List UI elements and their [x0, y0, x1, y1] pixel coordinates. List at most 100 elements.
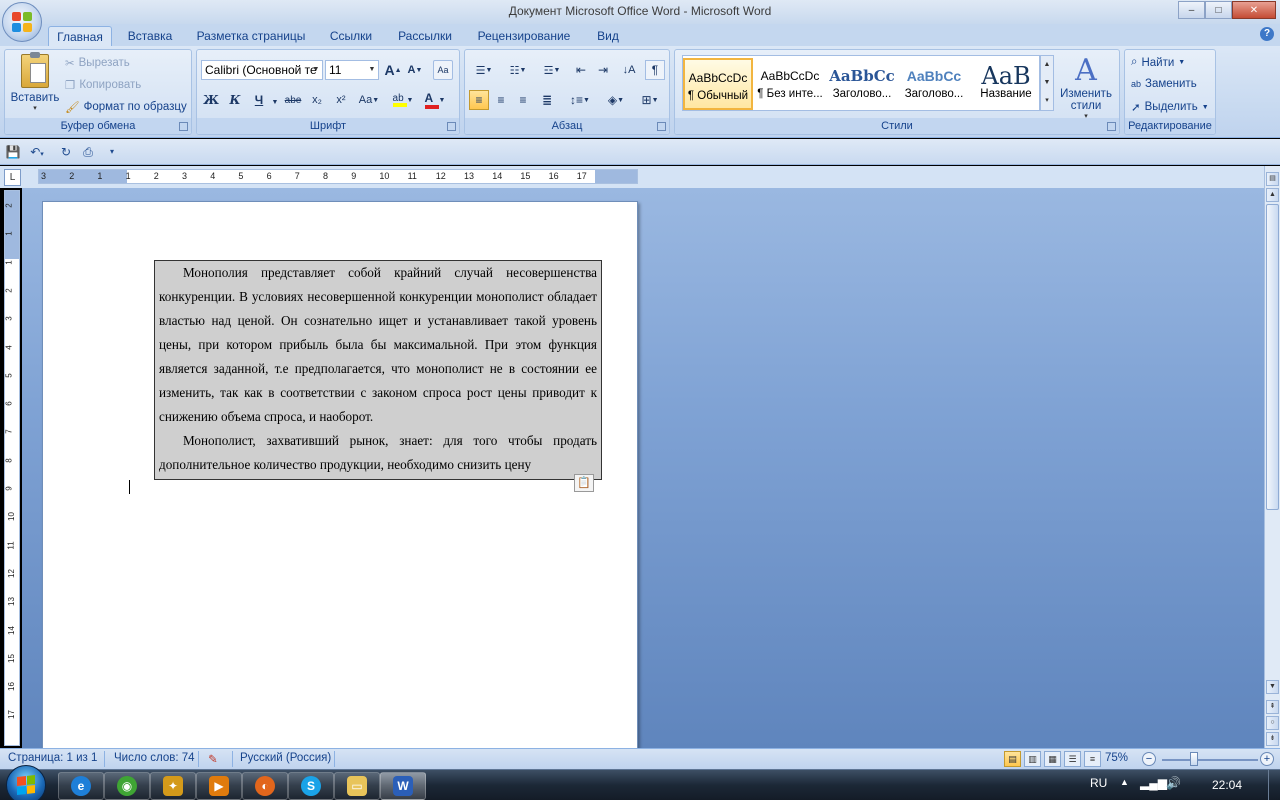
help-icon[interactable]: ?	[1260, 27, 1274, 41]
font-size-combo[interactable]: 11 ▼	[325, 60, 379, 80]
bullets-button[interactable]: ☰ ▼	[469, 60, 499, 80]
find-button[interactable]: ⌕ Найти ▼	[1131, 56, 1185, 69]
sort-icon[interactable]: ↓A	[619, 60, 639, 80]
tab-review[interactable]: Рецензирование	[468, 26, 580, 46]
tab-selector-icon[interactable]: L	[4, 169, 21, 186]
align-left-icon[interactable]: ≡	[469, 90, 489, 110]
web-layout-icon[interactable]: ▦	[1044, 751, 1061, 767]
tab-page-layout[interactable]: Разметка страницы	[190, 26, 312, 46]
taskbar-explorer[interactable]: ▭	[334, 772, 380, 800]
scroll-down-icon[interactable]: ▼	[1266, 680, 1279, 694]
style-no-spacing[interactable]: AaBbCcDc ¶ Без инте...	[755, 58, 825, 110]
taskbar-word[interactable]: W	[380, 772, 426, 800]
style-heading-1[interactable]: AaBbCc Заголово...	[827, 58, 897, 110]
vertical-scrollbar[interactable]: ▤ ▲ ▼ ⇞ ○ ⇟	[1264, 166, 1280, 748]
document-page[interactable]: Монополия представляет собой крайний слу…	[42, 201, 638, 748]
font-color-button[interactable]: A ▼	[421, 90, 449, 110]
tab-mailings[interactable]: Рассылки	[390, 26, 460, 46]
ruler-toggle-icon[interactable]: ▤	[1266, 172, 1279, 186]
clock[interactable]: 22:04	[1212, 778, 1242, 792]
multilevel-list-button[interactable]: ☲ ▼	[537, 60, 567, 80]
show-desktop-button[interactable]	[1268, 770, 1280, 800]
language-indicator[interactable]: RU	[1090, 776, 1107, 790]
styles-launcher-icon[interactable]	[1107, 122, 1116, 131]
borders-button[interactable]: ⊞ ▼	[635, 90, 665, 110]
office-button[interactable]	[2, 2, 42, 42]
customize-qat-icon[interactable]: ▾	[104, 144, 120, 160]
zoom-slider-thumb[interactable]	[1190, 752, 1198, 766]
cut-button[interactable]: ✂ Вырезать	[65, 56, 130, 70]
draft-icon[interactable]: ≡	[1084, 751, 1101, 767]
scroll-thumb[interactable]	[1266, 204, 1279, 510]
highlight-button[interactable]: ab ▼	[389, 90, 417, 110]
volume-icon[interactable]: 🔊	[1166, 776, 1181, 790]
next-page-icon[interactable]: ⇟	[1266, 732, 1279, 746]
close-button[interactable]: ✕	[1232, 1, 1276, 19]
pasted-text-block[interactable]: Монополия представляет собой крайний слу…	[154, 260, 602, 480]
print-layout-icon[interactable]: ▤	[1004, 751, 1021, 767]
taskbar-media-center[interactable]: ◉	[104, 772, 150, 800]
zoom-out-icon[interactable]: −	[1142, 752, 1156, 766]
outline-icon[interactable]: ☰	[1064, 751, 1081, 767]
style-title[interactable]: AaB Название	[971, 58, 1041, 110]
style-normal[interactable]: AaBbCcDc ¶ Обычный	[683, 58, 753, 110]
decrease-indent-icon[interactable]: ⇤	[571, 60, 591, 80]
select-button[interactable]: ➚ Выделить ▼	[1131, 100, 1209, 114]
taskbar-media-player[interactable]: ▶	[196, 772, 242, 800]
zoom-level[interactable]: 75%	[1105, 752, 1128, 764]
increase-indent-icon[interactable]: ⇥	[593, 60, 613, 80]
horizontal-ruler[interactable]: 3 2 1 1 2 3 4 5 6 7 8 9 10 11 12 13 14 15 16 17	[38, 169, 638, 184]
font-launcher-icon[interactable]	[447, 122, 456, 131]
print-icon[interactable]: ⎙	[80, 144, 96, 160]
shading-button[interactable]: ◈ ▼	[601, 90, 631, 110]
show-hidden-icons[interactable]: ▲	[1120, 777, 1129, 787]
minimize-button[interactable]: –	[1178, 1, 1205, 19]
bold-button[interactable]: Ж	[201, 90, 221, 110]
show-marks-icon[interactable]: ¶	[645, 60, 665, 80]
network-icon[interactable]: ▂▄▆	[1140, 776, 1167, 790]
zoom-in-icon[interactable]: +	[1260, 752, 1274, 766]
change-case-button[interactable]: Aa ▼	[355, 90, 383, 110]
chevron-down-icon[interactable]: ▼	[265, 92, 285, 112]
tab-insert[interactable]: Вставка	[118, 26, 182, 46]
align-center-icon[interactable]: ≡	[491, 90, 511, 110]
more-icon[interactable]: ▾	[1041, 92, 1053, 110]
font-name-combo[interactable]: Calibri (Основной те ▼	[201, 60, 323, 80]
zoom-slider[interactable]	[1162, 759, 1258, 761]
chevron-up-icon[interactable]: ▲	[1041, 56, 1053, 74]
tab-references[interactable]: Ссылки	[320, 26, 382, 46]
paste-button[interactable]: Вставить ▾	[9, 52, 61, 118]
replace-button[interactable]: ab Заменить	[1131, 78, 1197, 90]
browse-object-icon[interactable]: ○	[1266, 716, 1279, 730]
taskbar-app[interactable]: ✦	[150, 772, 196, 800]
change-styles-button[interactable]: A Изменить стили ▾	[1055, 54, 1117, 121]
taskbar-skype[interactable]: S	[288, 772, 334, 800]
word-count[interactable]: Число слов: 74	[114, 752, 195, 764]
tab-home[interactable]: Главная	[48, 26, 112, 46]
align-right-icon[interactable]: ≡	[513, 90, 533, 110]
taskbar-firefox[interactable]: ◐	[242, 772, 288, 800]
undo-icon[interactable]: ↶▾	[26, 144, 48, 160]
page-count[interactable]: Страница: 1 из 1	[8, 752, 97, 764]
subscript-button[interactable]: x₂	[307, 90, 327, 110]
format-painter-button[interactable]: 🖌 Формат по образцу	[65, 100, 187, 114]
style-heading-2[interactable]: AaBbCc Заголово...	[899, 58, 969, 110]
paragraph-launcher-icon[interactable]	[657, 122, 666, 131]
copy-button[interactable]: ❐ Копировать	[65, 78, 141, 92]
strikethrough-button[interactable]: abe	[283, 90, 303, 110]
clipboard-launcher-icon[interactable]	[179, 122, 188, 131]
paste-options-icon[interactable]: 📋	[574, 474, 594, 492]
numbering-button[interactable]: ☷ ▼	[503, 60, 533, 80]
justify-icon[interactable]: ≣	[537, 90, 557, 110]
vertical-ruler[interactable]: 2 1 1 2 3 4 5 6 7 8 9 10 11 12 13 14 15 16 17	[4, 190, 20, 746]
taskbar-ie[interactable]: e	[58, 772, 104, 800]
chevron-down-icon[interactable]: ▼	[1041, 74, 1053, 92]
paragraph[interactable]: Монополист, захвативший рынок, знает: дл…	[159, 429, 597, 477]
language-indicator[interactable]: Русский (Россия)	[240, 752, 331, 764]
save-icon[interactable]: 💾	[5, 144, 21, 160]
superscript-button[interactable]: x²	[331, 90, 351, 110]
italic-button[interactable]: К	[225, 90, 245, 110]
line-spacing-button[interactable]: ↕≡ ▼	[565, 90, 595, 110]
redo-icon[interactable]: ↻	[58, 144, 74, 160]
scroll-up-icon[interactable]: ▲	[1266, 188, 1279, 202]
